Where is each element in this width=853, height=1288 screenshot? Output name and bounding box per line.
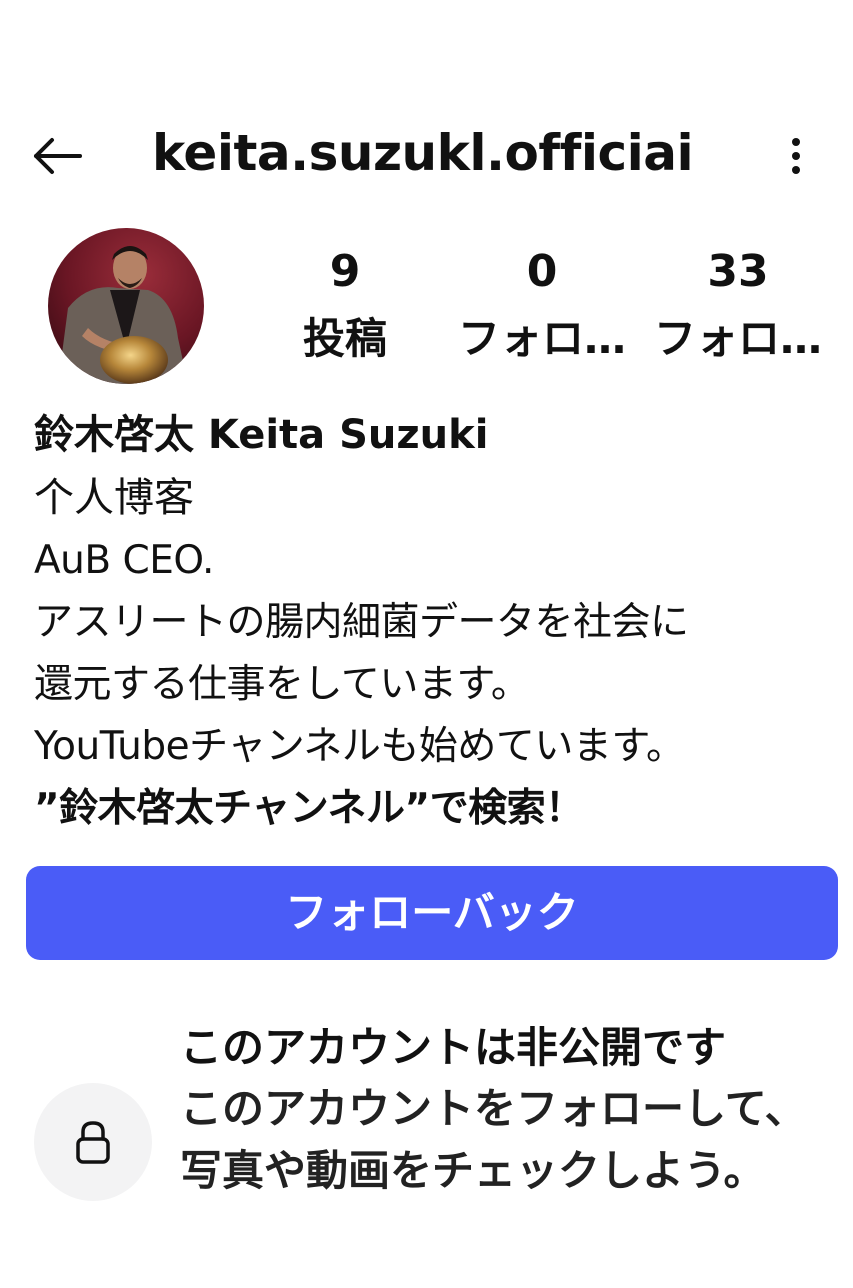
posts-count: 9 bbox=[329, 246, 361, 297]
stat-followers[interactable]: 0 フォロ… bbox=[452, 246, 632, 368]
arrow-left-icon bbox=[34, 138, 82, 174]
following-count: 33 bbox=[707, 246, 769, 297]
private-title: このアカウントは非公開です bbox=[180, 1023, 727, 1072]
bio-line: アスリートの腸内細菌データを社会に bbox=[34, 600, 689, 645]
display-name: 鈴木啓太 Keita Suzuki bbox=[34, 412, 489, 458]
more-options-button[interactable] bbox=[776, 132, 816, 180]
lock-icon bbox=[76, 1121, 110, 1164]
profile-avatar[interactable] bbox=[48, 228, 204, 384]
following-label: フォロ… bbox=[653, 314, 822, 363]
private-account-notice: このアカウントは非公開です このアカウントをフォローして、写真や動画をチェックし… bbox=[180, 1018, 830, 1202]
followers-label: フォロ… bbox=[457, 314, 626, 363]
private-description: このアカウントをフォローして、写真や動画をチェックしよう。 bbox=[180, 1084, 807, 1195]
followers-count: 0 bbox=[526, 246, 558, 297]
stat-posts[interactable]: 9 投稿 bbox=[255, 246, 435, 368]
stat-following[interactable]: 33 フォロ… bbox=[648, 246, 828, 368]
bio-line: ”鈴木啓太チャンネル”で検索！ bbox=[34, 786, 584, 831]
bio-line: YouTubeチャンネルも始めています。 bbox=[34, 724, 685, 769]
profile-header: keita.suzukl.officiai bbox=[0, 110, 853, 200]
profile-username: keita.suzukl.officiai bbox=[152, 124, 694, 182]
bio-line: AuB CEO. bbox=[34, 538, 214, 583]
bio-line: 還元する仕事をしています。 bbox=[34, 662, 530, 707]
profile-category: 个人博客 bbox=[34, 475, 194, 521]
back-button[interactable] bbox=[30, 132, 86, 180]
lock-badge bbox=[34, 1083, 152, 1201]
posts-label: 投稿 bbox=[302, 314, 387, 363]
profile-bio: 鈴木啓太 Keita Suzuki 个人博客 AuB CEO. アスリートの腸内… bbox=[34, 404, 834, 840]
more-vertical-icon bbox=[792, 138, 800, 174]
follow-back-button[interactable]: フォローバック bbox=[26, 866, 838, 960]
avatar-photo bbox=[48, 228, 204, 384]
